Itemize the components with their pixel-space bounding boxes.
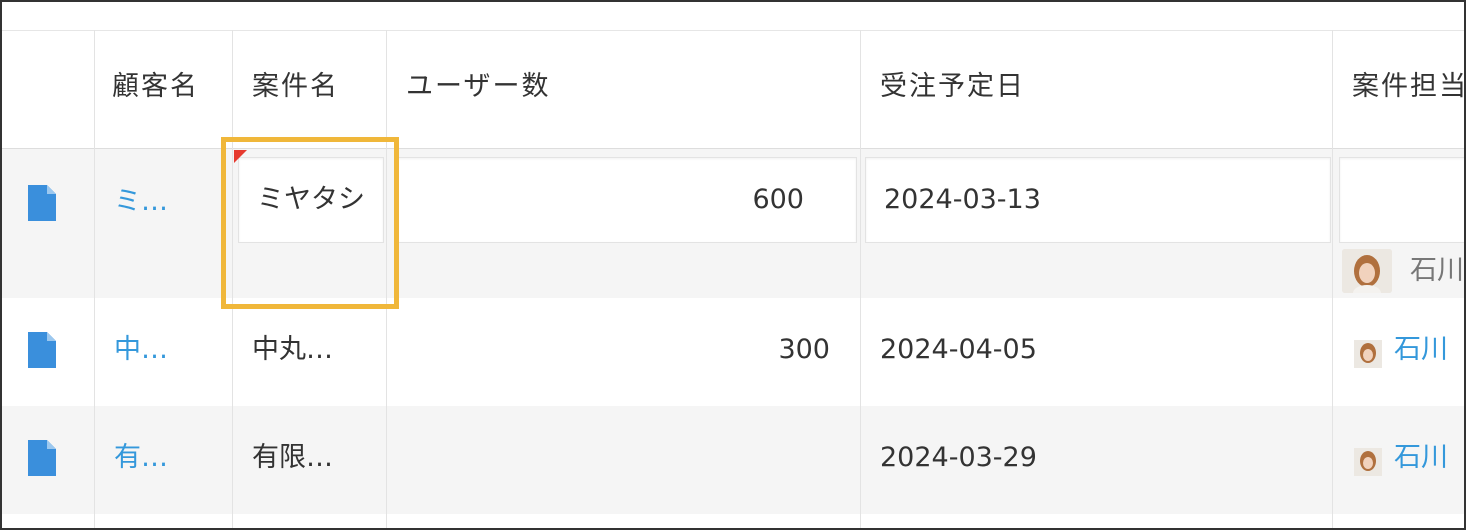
column-header-order-date[interactable]: 受注予定日 <box>880 31 1330 148</box>
column-header-customer[interactable]: 顧客名 <box>112 31 230 148</box>
customer-link[interactable]: 中… <box>114 332 168 368</box>
customer-link[interactable]: ミ… <box>114 185 168 219</box>
owner-link[interactable]: 石川 <box>1394 440 1448 476</box>
order-date: 2024-04-05 <box>880 334 1037 365</box>
document-icon[interactable] <box>28 332 56 368</box>
column-header-project[interactable]: 案件名 <box>252 31 382 148</box>
document-icon[interactable] <box>28 185 56 221</box>
project-name[interactable]: 中丸… <box>252 332 333 368</box>
avatar <box>1354 448 1382 476</box>
table-row <box>2 514 1464 528</box>
table-header: 顧客名 案件名 ユーザー数 受注予定日 案件担当 <box>2 31 1464 149</box>
user-count: 300 <box>778 334 830 365</box>
required-marker <box>234 150 247 163</box>
user-count-input[interactable]: 600 <box>394 157 857 243</box>
column-divider <box>94 30 95 528</box>
project-name[interactable]: 有限… <box>252 440 333 476</box>
customer-link[interactable]: 有… <box>114 440 168 476</box>
order-date-input[interactable]: 2024-03-13 <box>865 157 1331 243</box>
owner-name: 石川 <box>1410 255 1464 286</box>
column-divider <box>860 30 861 528</box>
record-table: 顧客名 案件名 ユーザー数 受注予定日 案件担当 ミ… ミヤタシ 600 202… <box>0 0 1466 530</box>
document-icon[interactable] <box>28 440 56 476</box>
column-header-users[interactable]: ユーザー数 <box>406 31 856 148</box>
order-date: 2024-03-29 <box>880 442 1037 473</box>
table-row[interactable]: 中… 中丸… 300 2024-04-05 石川 <box>2 298 1464 406</box>
owner-link[interactable]: 石川 <box>1394 332 1448 368</box>
avatar <box>1342 249 1392 293</box>
owner-input[interactable] <box>1339 157 1464 243</box>
avatar <box>1354 340 1382 368</box>
highlight-box <box>221 137 399 309</box>
table-row[interactable]: 有… 有限… 2024-03-29 石川 <box>2 406 1464 514</box>
column-divider <box>1332 30 1333 528</box>
user-count <box>406 440 830 476</box>
column-header-owner[interactable]: 案件担当 <box>1352 31 1464 148</box>
table-toolbar-strip <box>2 2 1464 31</box>
